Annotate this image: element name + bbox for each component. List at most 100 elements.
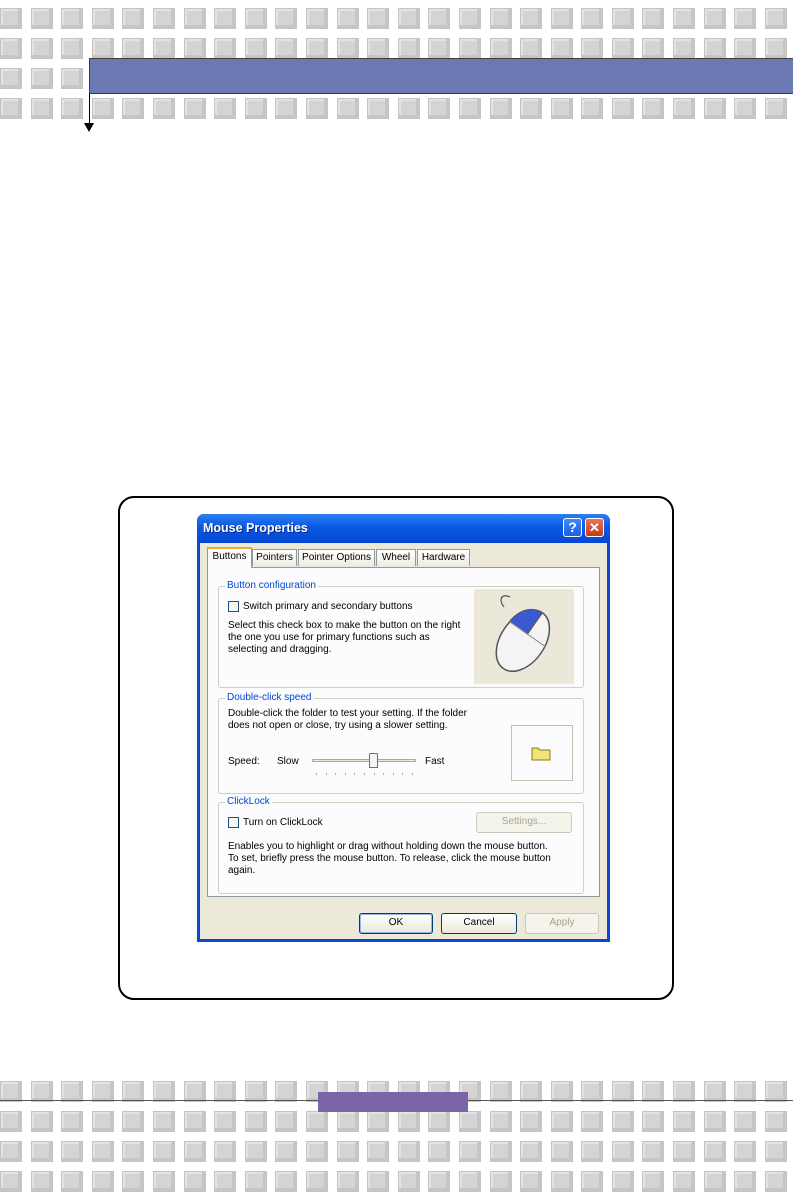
decorative-tile (734, 1111, 757, 1132)
switch-buttons-checkbox[interactable] (228, 601, 239, 612)
decorative-tile (397, 1171, 420, 1192)
decorative-tile (673, 1141, 696, 1162)
decorative-tile (214, 1081, 237, 1102)
decorative-tile (61, 68, 84, 89)
decorative-tile (214, 98, 237, 119)
decorative-tile (244, 38, 267, 59)
decorative-tile (305, 1111, 328, 1132)
decorative-tile (275, 1081, 298, 1102)
decorative-tile (397, 8, 420, 29)
checkbox-label[interactable]: Switch primary and secondary buttons (243, 601, 413, 613)
tab-hardware[interactable]: Hardware (417, 549, 470, 566)
description-line: again. (228, 865, 256, 876)
decorative-tile (122, 98, 145, 119)
decorative-tile (550, 1081, 573, 1102)
decorative-tile (30, 1141, 53, 1162)
double-click-speed-slider[interactable] (312, 751, 416, 781)
tab-buttons[interactable]: Buttons (207, 547, 252, 568)
decorative-tile (458, 8, 481, 29)
tab-wheel[interactable]: Wheel (376, 549, 416, 566)
decorative-tile (0, 8, 22, 29)
decorative-tile (428, 98, 451, 119)
decorative-tile (458, 38, 481, 59)
decorative-tile (489, 1141, 512, 1162)
decorative-tile (336, 1171, 359, 1192)
decorative-tile (0, 1111, 22, 1132)
decorative-tile (152, 1111, 175, 1132)
help-icon[interactable]: ? (563, 518, 582, 537)
decorative-tile (91, 1141, 114, 1162)
decorative-tile (764, 1171, 787, 1192)
decorative-tile (183, 1141, 206, 1162)
tab-pointer-options[interactable]: Pointer Options (298, 549, 375, 566)
clicklock-checkbox[interactable] (228, 817, 239, 828)
decorative-tile (244, 98, 267, 119)
decorative-tile (550, 1141, 573, 1162)
decorative-tile (244, 1141, 267, 1162)
decorative-tile (703, 38, 726, 59)
folder-icon[interactable] (531, 745, 551, 761)
decorative-tile (30, 1111, 53, 1132)
decorative-tile (520, 8, 543, 29)
decorative-tile (122, 1171, 145, 1192)
decorative-tile (703, 98, 726, 119)
decorative-tile (642, 38, 665, 59)
decorative-tile (458, 1171, 481, 1192)
decorative-tile (642, 1111, 665, 1132)
group-title: Button configuration (225, 580, 318, 592)
decorative-tile (305, 98, 328, 119)
decorative-tile (61, 1081, 84, 1102)
slider-tick (393, 773, 394, 775)
cancel-button[interactable]: Cancel (441, 913, 517, 934)
description-line: Double-click the folder to test your set… (228, 708, 468, 719)
decorative-tile (734, 1171, 757, 1192)
decorative-tile (764, 8, 787, 29)
slider-tick (374, 773, 375, 775)
decorative-tile (336, 38, 359, 59)
decorative-tile (703, 1111, 726, 1132)
decorative-tile (122, 1081, 145, 1102)
decorative-tile (673, 1111, 696, 1132)
decorative-tile (703, 1171, 726, 1192)
ok-button[interactable]: OK (359, 913, 433, 934)
decorative-tile (214, 38, 237, 59)
page-number-bar (318, 1092, 468, 1112)
decorative-tile (458, 1141, 481, 1162)
decorative-tile (122, 1111, 145, 1132)
decorative-tile (275, 1171, 298, 1192)
decorative-tile (367, 98, 390, 119)
decorative-tile (734, 1141, 757, 1162)
tab-pointers[interactable]: Pointers (252, 549, 297, 566)
decorative-tile (336, 98, 359, 119)
decorative-tile (30, 68, 53, 89)
decorative-tile (520, 1141, 543, 1162)
decorative-tile (152, 98, 175, 119)
decorative-tile (397, 38, 420, 59)
slider-thumb[interactable] (369, 753, 378, 768)
test-folder-area[interactable] (511, 725, 573, 781)
decorative-tile (336, 8, 359, 29)
apply-button[interactable]: Apply (525, 913, 599, 934)
decorative-tile (91, 38, 114, 59)
decorative-tile (550, 98, 573, 119)
decorative-tile (183, 38, 206, 59)
decorative-tile (244, 1111, 267, 1132)
decorative-tile (367, 38, 390, 59)
dialog-titlebar[interactable]: Mouse Properties ? ✕ (197, 514, 610, 543)
checkbox-label[interactable]: Turn on ClickLock (243, 817, 323, 829)
decorative-tile (642, 1171, 665, 1192)
decorative-tile (428, 38, 451, 59)
description-line: does not open or close, try using a slow… (228, 720, 448, 731)
decorative-tile (336, 1141, 359, 1162)
decorative-tile (305, 8, 328, 29)
clicklock-settings-button[interactable]: Settings... (476, 812, 572, 833)
decorative-tile (764, 98, 787, 119)
mouse-properties-dialog: Mouse Properties ? ✕ Buttons Pointers Po… (197, 514, 610, 942)
close-icon[interactable]: ✕ (585, 518, 604, 537)
slider-track (312, 759, 416, 762)
dialog-title: Mouse Properties (203, 521, 308, 535)
decorative-tile (367, 8, 390, 29)
decorative-tile (122, 8, 145, 29)
decorative-tile (275, 38, 298, 59)
description-line: Select this check box to make the button… (228, 620, 461, 631)
